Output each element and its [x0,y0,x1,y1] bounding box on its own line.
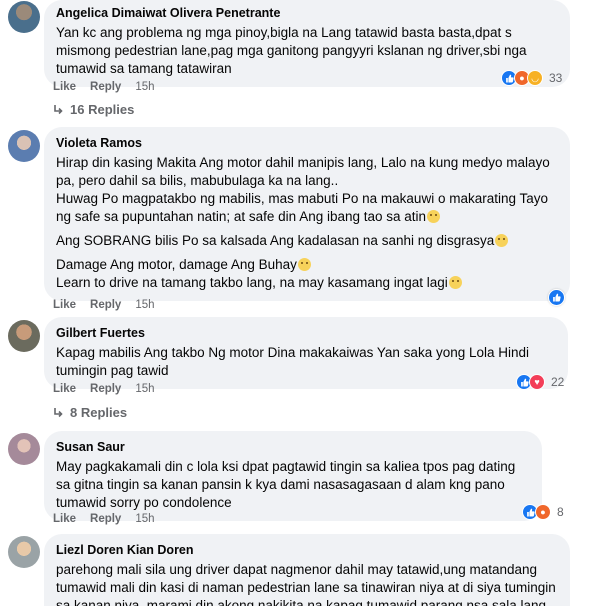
reaction-count: 22 [551,375,565,389]
comment-bubble: Angelica Dimaiwat Olivera Penetrante Yan… [44,0,570,87]
comment-text: Yan kc ang problema ng mga pinoy,bigla n… [56,25,527,76]
comment-text: May pagkakamali din c lola ksi dpat pagt… [56,459,516,510]
reply-button[interactable]: Reply [90,382,121,396]
comment-text: Kapag mabilis Ang takbo Ng motor Dina ma… [56,345,530,378]
like-button[interactable]: Like [53,382,76,396]
reply-arrow-icon [54,407,63,417]
reaction-summary[interactable]: ● 8 [522,504,564,520]
reaction-count: 33 [549,71,563,85]
angry-reaction-icon: ● [535,504,551,520]
comment-paragraph-text: Learn to drive na tamang takbo lang, na … [56,275,448,290]
like-button[interactable]: Like [53,512,76,526]
comment-author[interactable]: Violeta Ramos [56,135,558,151]
comment-author[interactable]: Susan Saur [56,439,530,455]
replies-count[interactable]: 16 Replies [70,102,134,117]
comment-paragraph: Hirap din kasing Makita Ang motor dahil … [56,155,550,188]
avatar[interactable] [8,320,40,352]
timestamp[interactable]: 15h [135,382,154,396]
comment-actions: Like Reply 15h [53,298,155,312]
haha-reaction-icon: ◡ [527,70,543,86]
smile-emoji-icon [495,234,509,247]
like-button[interactable]: Like [53,80,76,94]
timestamp[interactable]: 15h [135,512,154,526]
timestamp[interactable]: 15h [135,298,154,312]
comment-paragraph-text: Ang SOBRANG bilis Po sa kalsada Ang kada… [56,233,495,248]
replies-count[interactable]: 8 Replies [70,405,127,420]
comment-paragraph: Damage Ang motor, damage Ang Buhay [56,256,558,274]
comment-text: Hirap din kasing Makita Ang motor dahil … [56,154,558,292]
comment-author[interactable]: Liezl Doren Kian Doren [56,542,558,558]
comment-author[interactable]: Angelica Dimaiwat Olivera Penetrante [56,5,558,21]
reply-arrow-icon [54,104,63,114]
avatar[interactable] [8,130,40,162]
comment-paragraph: Learn to drive na tamang takbo lang, na … [56,274,558,292]
comment-actions: Like Reply 15h [53,382,155,396]
comment-paragraph-text: Damage Ang motor, damage Ang Buhay [56,257,297,272]
comment-bubble: Gilbert Fuertes Kapag mabilis Ang takbo … [44,317,568,389]
comment-actions: Like Reply 15h [53,80,155,94]
comment-paragraph-text: Huwag Po magpatakbo ng mabilis, mas mabu… [56,191,549,224]
avatar[interactable] [8,1,40,33]
smile-emoji-icon [448,276,462,289]
like-reaction-icon[interactable] [548,289,565,306]
timestamp[interactable]: 15h [135,80,154,94]
like-button[interactable]: Like [53,298,76,312]
smile-emoji-icon [297,258,311,271]
reply-button[interactable]: Reply [90,512,121,526]
reaction-summary[interactable]: ♥ 22 [516,374,564,390]
reply-button[interactable]: Reply [90,80,121,94]
avatar[interactable] [8,433,40,465]
comment-bubble: Liezl Doren Kian Doren parehong mali sil… [44,534,570,606]
comment-author[interactable]: Gilbert Fuertes [56,325,556,341]
view-replies-button[interactable]: 8 Replies [52,405,127,420]
love-reaction-icon: ♥ [529,374,545,390]
comment-text: parehong mali sila ung driver dapat nagm… [56,562,556,606]
avatar[interactable] [8,536,40,568]
reply-button[interactable]: Reply [90,298,121,312]
reaction-count: 8 [557,505,564,519]
view-replies-button[interactable]: 16 Replies [52,102,134,117]
comment-paragraph: Huwag Po magpatakbo ng mabilis, mas mabu… [56,190,558,226]
comment-paragraph: Ang SOBRANG bilis Po sa kalsada Ang kada… [56,232,558,250]
smile-emoji-icon [427,210,441,223]
comment-bubble: Susan Saur May pagkakamali din c lola ks… [44,431,542,521]
comment-bubble: Violeta Ramos Hirap din kasing Makita An… [44,127,570,301]
reaction-summary[interactable]: ● ◡ 33 [501,70,562,86]
comment-actions: Like Reply 15h [53,512,155,526]
